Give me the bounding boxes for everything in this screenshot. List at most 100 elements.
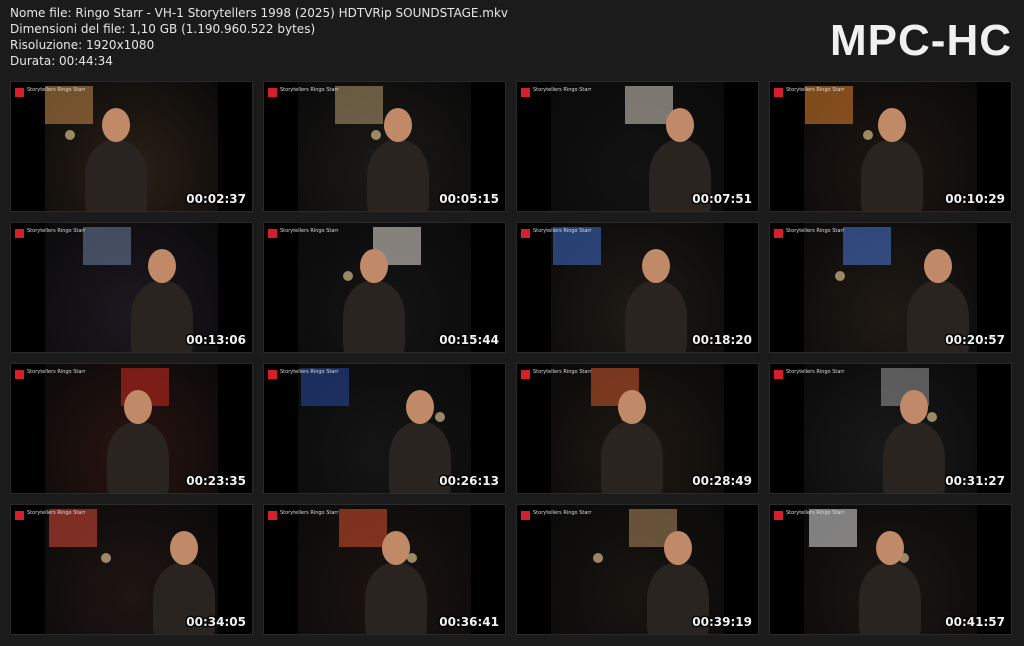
video-thumbnail: Storytellers Ringo Starr 00:28:49 <box>516 363 759 494</box>
performer-silhouette <box>131 281 193 352</box>
performer-silhouette <box>367 140 429 211</box>
stage-light <box>101 553 111 563</box>
channel-logo-text: Storytellers Ringo Starr <box>533 369 592 375</box>
video-thumbnail: Storytellers Ringo Starr 00:10:29 <box>769 81 1012 212</box>
channel-logo-text: Storytellers Ringo Starr <box>27 510 86 516</box>
performer-head <box>924 249 952 283</box>
vh1-logo-icon <box>774 88 783 97</box>
timestamp-label: 00:13:06 <box>186 333 246 347</box>
channel-logo-text: Storytellers Ringo Starr <box>786 87 845 93</box>
channel-logo-text: Storytellers Ringo Starr <box>27 87 86 93</box>
performer-silhouette <box>861 140 923 211</box>
channel-logo-text: Storytellers Ringo Starr <box>280 510 339 516</box>
timestamp-label: 00:36:41 <box>439 615 499 629</box>
video-thumbnail: Storytellers Ringo Starr 00:26:13 <box>263 363 506 494</box>
vh1-logo-icon <box>774 370 783 379</box>
stage-light <box>863 130 873 140</box>
timestamp-label: 00:05:15 <box>439 192 499 206</box>
stage-light <box>65 130 75 140</box>
vh1-logo-icon <box>268 370 277 379</box>
performer-silhouette <box>859 563 921 634</box>
performer-head <box>406 390 434 424</box>
performer-head <box>382 531 410 565</box>
timestamp-label: 00:39:19 <box>692 615 752 629</box>
stage-light <box>371 130 381 140</box>
stage-backdrop <box>843 227 891 265</box>
vh1-logo-icon <box>521 88 530 97</box>
video-thumbnail: Storytellers Ringo Starr 00:41:57 <box>769 504 1012 635</box>
performer-head <box>876 531 904 565</box>
stage-light <box>593 553 603 563</box>
channel-logo-text: Storytellers Ringo Starr <box>786 228 845 234</box>
timestamp-label: 00:28:49 <box>692 474 752 488</box>
video-thumbnail: Storytellers Ringo Starr 00:18:20 <box>516 222 759 353</box>
vh1-logo-icon <box>521 511 530 520</box>
video-thumbnail: Storytellers Ringo Starr 00:31:27 <box>769 363 1012 494</box>
vh1-logo-icon <box>268 229 277 238</box>
vh1-logo-icon <box>15 229 24 238</box>
channel-logo-text: Storytellers Ringo Starr <box>27 369 86 375</box>
timestamp-label: 00:26:13 <box>439 474 499 488</box>
vh1-logo-icon <box>15 370 24 379</box>
stage-backdrop <box>339 509 387 547</box>
vh1-logo-icon <box>268 511 277 520</box>
timestamp-label: 00:41:57 <box>945 615 1005 629</box>
timestamp-label: 00:31:27 <box>945 474 1005 488</box>
stage-light <box>927 412 937 422</box>
performer-head <box>642 249 670 283</box>
channel-logo-text: Storytellers Ringo Starr <box>533 510 592 516</box>
channel-logo-text: Storytellers Ringo Starr <box>533 87 592 93</box>
vh1-logo-icon <box>521 370 530 379</box>
file-size-label: Dimensioni del file: 1,10 GB (1.190.960.… <box>10 22 316 36</box>
stage-backdrop <box>335 86 383 124</box>
performer-head <box>666 108 694 142</box>
timestamp-label: 00:34:05 <box>186 615 246 629</box>
timestamp-label: 00:20:57 <box>945 333 1005 347</box>
video-thumbnail: Storytellers Ringo Starr 00:39:19 <box>516 504 759 635</box>
performer-silhouette <box>883 422 945 493</box>
performer-head <box>878 108 906 142</box>
stage-light <box>343 271 353 281</box>
thumbnail-grid: Storytellers Ringo Starr 00:02:37 Storytel… <box>10 81 1014 635</box>
file-info-header: Nome file: Ringo Starr - VH-1 Storytelle… <box>10 5 508 69</box>
video-thumbnail: Storytellers Ringo Starr 00:02:37 <box>10 81 253 212</box>
channel-logo-text: Storytellers Ringo Starr <box>280 228 339 234</box>
video-thumbnail: Storytellers Ringo Starr 00:05:15 <box>263 81 506 212</box>
performer-silhouette <box>343 281 405 352</box>
video-thumbnail: Storytellers Ringo Starr 00:34:05 <box>10 504 253 635</box>
vh1-logo-icon <box>15 88 24 97</box>
channel-logo-text: Storytellers Ringo Starr <box>786 369 845 375</box>
performer-silhouette <box>107 422 169 493</box>
video-thumbnail: Storytellers Ringo Starr 00:36:41 <box>263 504 506 635</box>
performer-silhouette <box>85 140 147 211</box>
performer-silhouette <box>625 281 687 352</box>
performer-head <box>900 390 928 424</box>
performer-head <box>384 108 412 142</box>
channel-logo-text: Storytellers Ringo Starr <box>533 228 592 234</box>
timestamp-label: 00:18:20 <box>692 333 752 347</box>
channel-logo-text: Storytellers Ringo Starr <box>280 369 339 375</box>
performer-head <box>124 390 152 424</box>
vh1-logo-icon <box>774 511 783 520</box>
vh1-logo-icon <box>774 229 783 238</box>
performer-head <box>102 108 130 142</box>
video-thumbnail: Storytellers Ringo Starr 00:23:35 <box>10 363 253 494</box>
stage-light <box>835 271 845 281</box>
performer-head <box>148 249 176 283</box>
performer-silhouette <box>365 563 427 634</box>
timestamp-label: 00:23:35 <box>186 474 246 488</box>
channel-logo-text: Storytellers Ringo Starr <box>280 87 339 93</box>
timestamp-label: 00:10:29 <box>945 192 1005 206</box>
mpc-hc-logo: MPC-HC <box>830 16 1012 65</box>
vh1-logo-icon <box>268 88 277 97</box>
vh1-logo-icon <box>15 511 24 520</box>
stage-backdrop <box>625 86 673 124</box>
timestamp-label: 00:02:37 <box>186 192 246 206</box>
video-thumbnail: Storytellers Ringo Starr 00:15:44 <box>263 222 506 353</box>
vh1-logo-icon <box>521 229 530 238</box>
video-thumbnail: Storytellers Ringo Starr 00:20:57 <box>769 222 1012 353</box>
timestamp-label: 00:15:44 <box>439 333 499 347</box>
performer-head <box>618 390 646 424</box>
resolution-label: Risoluzione: 1920x1080 <box>10 38 155 52</box>
timestamp-label: 00:07:51 <box>692 192 752 206</box>
